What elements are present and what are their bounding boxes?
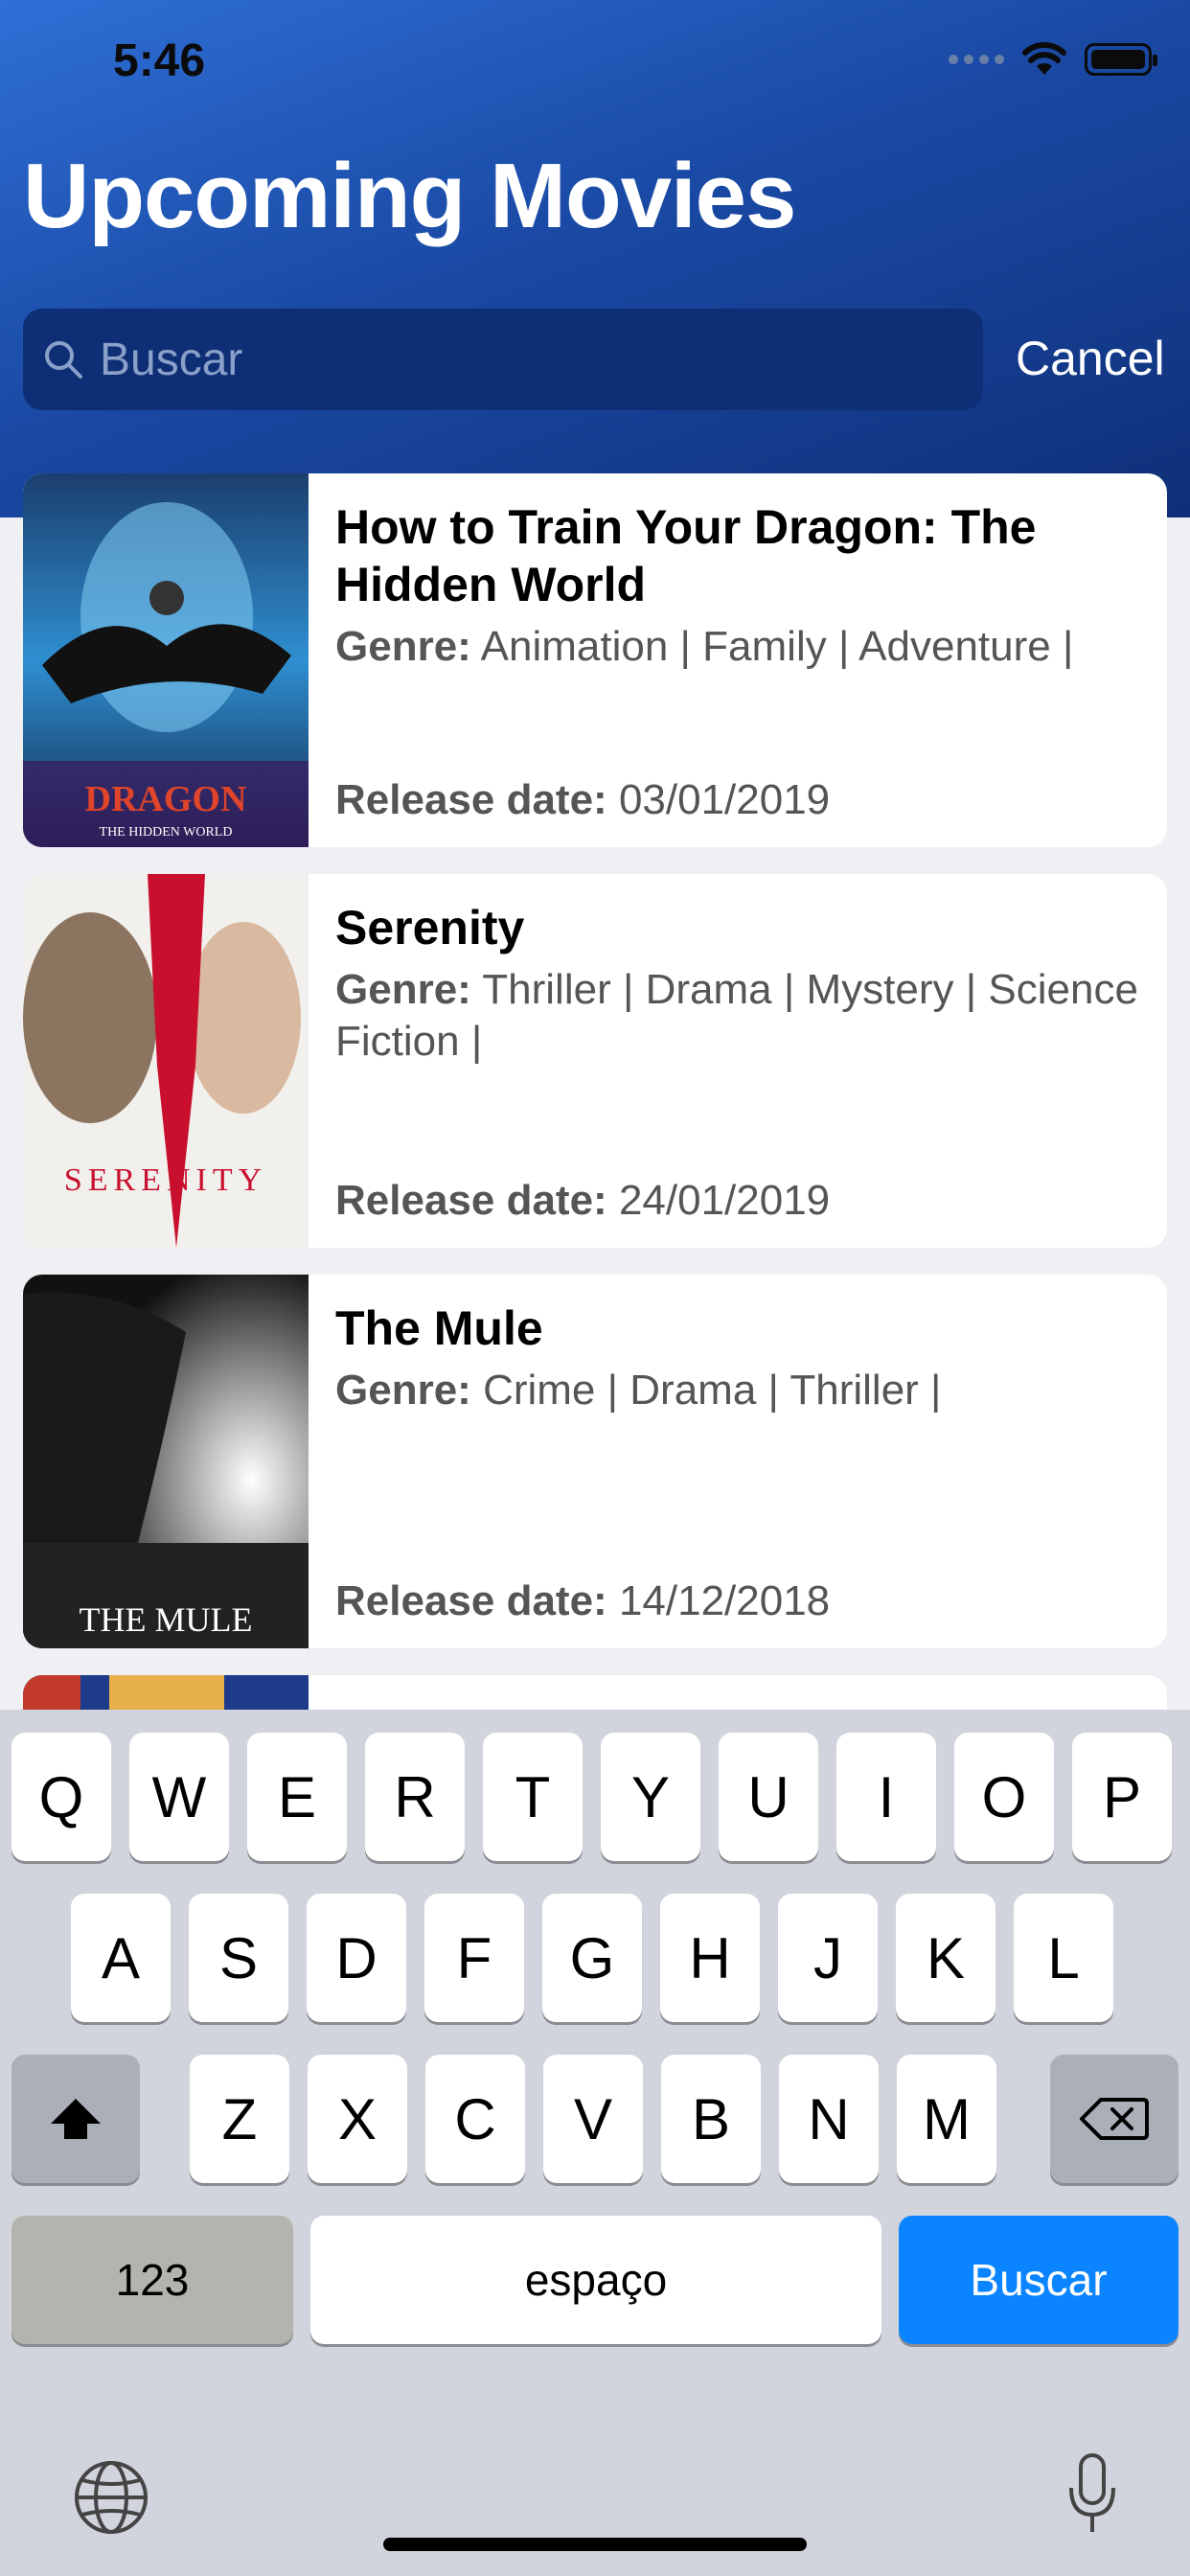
svg-text:THE HIDDEN WORLD: THE HIDDEN WORLD	[100, 825, 233, 840]
signal-icon	[949, 55, 1004, 64]
key-p[interactable]: P	[1072, 1733, 1172, 1861]
battery-icon	[1085, 43, 1157, 76]
movie-genres: Genre: Crime | Drama | Thriller |	[335, 1367, 942, 1414]
key-i[interactable]: I	[836, 1733, 936, 1861]
movie-title: How to Train Your Dragon: The Hidden Wor…	[335, 500, 1037, 611]
movie-card[interactable]: THE MULE The Mule Genre: Crime | Drama |…	[23, 1275, 1167, 1648]
movie-card[interactable]: DRAGON THE HIDDEN WORLD How to Train You…	[23, 473, 1167, 847]
key-f[interactable]: F	[424, 1894, 524, 2022]
numbers-key[interactable]: 123	[11, 2216, 293, 2344]
key-u[interactable]: U	[719, 1733, 818, 1861]
key-y[interactable]: Y	[601, 1733, 700, 1861]
key-k[interactable]: K	[896, 1894, 995, 2022]
cancel-button[interactable]: Cancel	[1016, 331, 1165, 386]
backspace-key[interactable]	[1050, 2055, 1179, 2183]
movie-release-date: Release date: 14/12/2018	[335, 1577, 831, 1624]
backspace-icon	[1080, 2098, 1149, 2140]
search-return-key[interactable]: Buscar	[899, 2216, 1179, 2344]
key-e[interactable]: E	[247, 1733, 347, 1861]
movie-card[interactable]: SERENITY Serenity Genre: Thriller | Dram…	[23, 874, 1167, 1248]
search-bar[interactable]	[23, 309, 983, 410]
movie-release-date: Release date: 03/01/2019	[335, 776, 831, 823]
svg-text:SERENITY: SERENITY	[64, 1162, 267, 1198]
key-c[interactable]: C	[425, 2055, 525, 2183]
page-title: Upcoming Movies	[23, 145, 796, 247]
movie-poster: SERENITY	[23, 874, 309, 1248]
key-d[interactable]: D	[307, 1894, 406, 2022]
wifi-icon	[1022, 42, 1066, 75]
key-x[interactable]: X	[308, 2055, 407, 2183]
shift-icon	[51, 2099, 101, 2139]
key-l[interactable]: L	[1014, 1894, 1113, 2022]
key-v[interactable]: V	[543, 2055, 643, 2183]
status-icons	[949, 42, 1157, 77]
movie-title: Serenity	[335, 901, 525, 954]
key-z[interactable]: Z	[190, 2055, 289, 2183]
key-r[interactable]: R	[365, 1733, 465, 1861]
key-q[interactable]: Q	[11, 1733, 111, 1861]
movie-poster: THE MULE	[23, 1275, 309, 1648]
movie-genres: Genre: Animation | Family | Adventure |	[335, 623, 1074, 670]
shift-key[interactable]	[11, 2055, 140, 2183]
search-input[interactable]	[98, 332, 964, 387]
key-a[interactable]: A	[71, 1894, 171, 2022]
movie-genres: Genre: Thriller | Drama | Mystery | Scie…	[335, 966, 1138, 1065]
home-indicator	[383, 2538, 807, 2551]
keyboard: 123 espaço Buscar QWERTYUIOP ASDFGHJKL ZXC…	[0, 1710, 1190, 2576]
globe-icon[interactable]	[73, 2459, 149, 2536]
key-b[interactable]: B	[661, 2055, 761, 2183]
movie-poster: DRAGON THE HIDDEN WORLD	[23, 473, 309, 847]
microphone-icon[interactable]	[1065, 2451, 1119, 2538]
key-g[interactable]: G	[542, 1894, 642, 2022]
space-key[interactable]: espaço	[310, 2216, 881, 2344]
key-n[interactable]: N	[779, 2055, 879, 2183]
search-icon	[45, 341, 82, 379]
key-m[interactable]: M	[897, 2055, 996, 2183]
header: 5:46 Upcoming Movies Cancel	[0, 0, 1190, 518]
key-s[interactable]: S	[189, 1894, 288, 2022]
key-t[interactable]: T	[483, 1733, 583, 1861]
movie-release-date: Release date: 24/01/2019	[335, 1177, 831, 1224]
key-o[interactable]: O	[954, 1733, 1054, 1861]
key-w[interactable]: W	[129, 1733, 229, 1861]
status-time: 5:46	[113, 35, 206, 86]
svg-text:THE MULE: THE MULE	[80, 1600, 253, 1639]
key-h[interactable]: H	[660, 1894, 760, 2022]
movie-title: The Mule	[335, 1301, 543, 1355]
key-j[interactable]: J	[778, 1894, 878, 2022]
svg-text:DRAGON: DRAGON	[85, 779, 247, 819]
